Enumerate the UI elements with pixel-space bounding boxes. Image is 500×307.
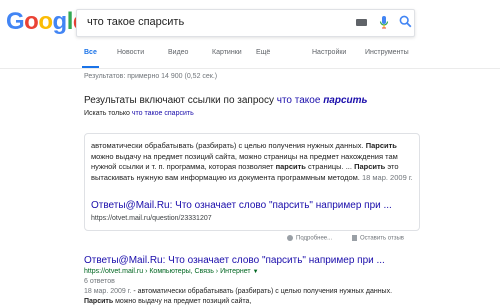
snippet-line: автоматически обрабатывать (разбирать) с… [91, 141, 364, 150]
snippet-line: страницы. ... [305, 162, 355, 171]
microphone-icon[interactable] [379, 15, 389, 34]
about-snippet-label: Подробнее... [296, 235, 333, 242]
search-original-prefix: Искать только [84, 110, 132, 117]
result-date: 18 мар. 2009 г. [84, 288, 132, 295]
header-divider [0, 68, 500, 69]
featured-snippet-text: автоматически обрабатывать (разбирать) с… [91, 141, 413, 183]
result-url-text: https://otvet.mail.ru › Компьютеры, Связ… [84, 268, 251, 275]
result-snippet-text: - автоматически обрабатывать (разбирать)… [131, 288, 393, 295]
spelling-notice: Результаты включают ссылки по запросу чт… [84, 95, 367, 106]
snippet-date: 18 мар. 2009 г. [361, 172, 413, 182]
search-icon[interactable] [399, 15, 412, 33]
snippet-bold: Парсить [365, 141, 397, 150]
search-tabs: Все Новости Видео Картинки Ещё Настройки… [0, 49, 500, 69]
tab-more[interactable]: Ещё [256, 49, 270, 56]
tab-news[interactable]: Новости [117, 49, 144, 56]
logo-letter: o [24, 8, 39, 35]
help-icon [287, 235, 293, 241]
logo-letter: g [52, 8, 68, 35]
logo-letter: G [6, 8, 25, 35]
result-snippet: 18 мар. 2009 г. - автоматически обрабаты… [84, 287, 418, 307]
snippet-bold: парсить [275, 162, 306, 171]
featured-snippet: автоматически обрабатывать (разбирать) с… [84, 133, 420, 231]
featured-snippet-url[interactable]: https://otvet.mail.ru/question/23331207 [91, 215, 212, 222]
search-original-notice: Искать только что такое спарсить [84, 110, 194, 117]
featured-snippet-title[interactable]: Ответы@Mail.Ru: Что означает слово "парс… [91, 200, 392, 211]
corrected-query-text: что такое [276, 95, 324, 106]
tab-tools[interactable]: Инструменты [365, 49, 409, 56]
keyboard-icon[interactable] [356, 19, 367, 26]
tab-all[interactable]: Все [84, 49, 97, 56]
result-snippet-bold: Парсить [84, 298, 114, 305]
tab-images[interactable]: Картинки [212, 49, 242, 56]
chevron-down-icon[interactable]: ▼ [253, 269, 259, 275]
feedback-link[interactable]: Оставить отзыв [352, 235, 404, 242]
about-snippet-link[interactable]: Подробнее... [287, 235, 332, 242]
result-answer-count: 6 ответов [84, 278, 115, 285]
tab-video[interactable]: Видео [168, 49, 188, 56]
corrected-query-bold: парсить [323, 95, 368, 106]
spelling-prefix: Результаты включают ссылки по запросу [84, 95, 277, 106]
flag-icon [352, 235, 357, 241]
snippet-bold: Парсить [354, 162, 386, 171]
search-box[interactable]: что такое спарсить [76, 9, 415, 37]
result-title[interactable]: Ответы@Mail.Ru: Что означает слово "парс… [84, 255, 385, 266]
tab-settings[interactable]: Настройки [312, 49, 346, 56]
result-stats: Результатов: примерно 14 900 (0,52 сек.) [84, 73, 218, 80]
feedback-label: Оставить отзыв [360, 235, 404, 242]
result-snippet-text: можно выдачу на предмет позиций сайта, [113, 298, 252, 305]
google-logo[interactable]: Google [6, 10, 86, 34]
result-url[interactable]: https://otvet.mail.ru › Компьютеры, Связ… [84, 268, 259, 275]
original-query-link[interactable]: что такое спарсить [132, 110, 194, 117]
corrected-query-link[interactable]: что такое парсить [277, 95, 368, 106]
logo-letter: o [38, 8, 53, 35]
search-input[interactable]: что такое спарсить [87, 16, 184, 28]
